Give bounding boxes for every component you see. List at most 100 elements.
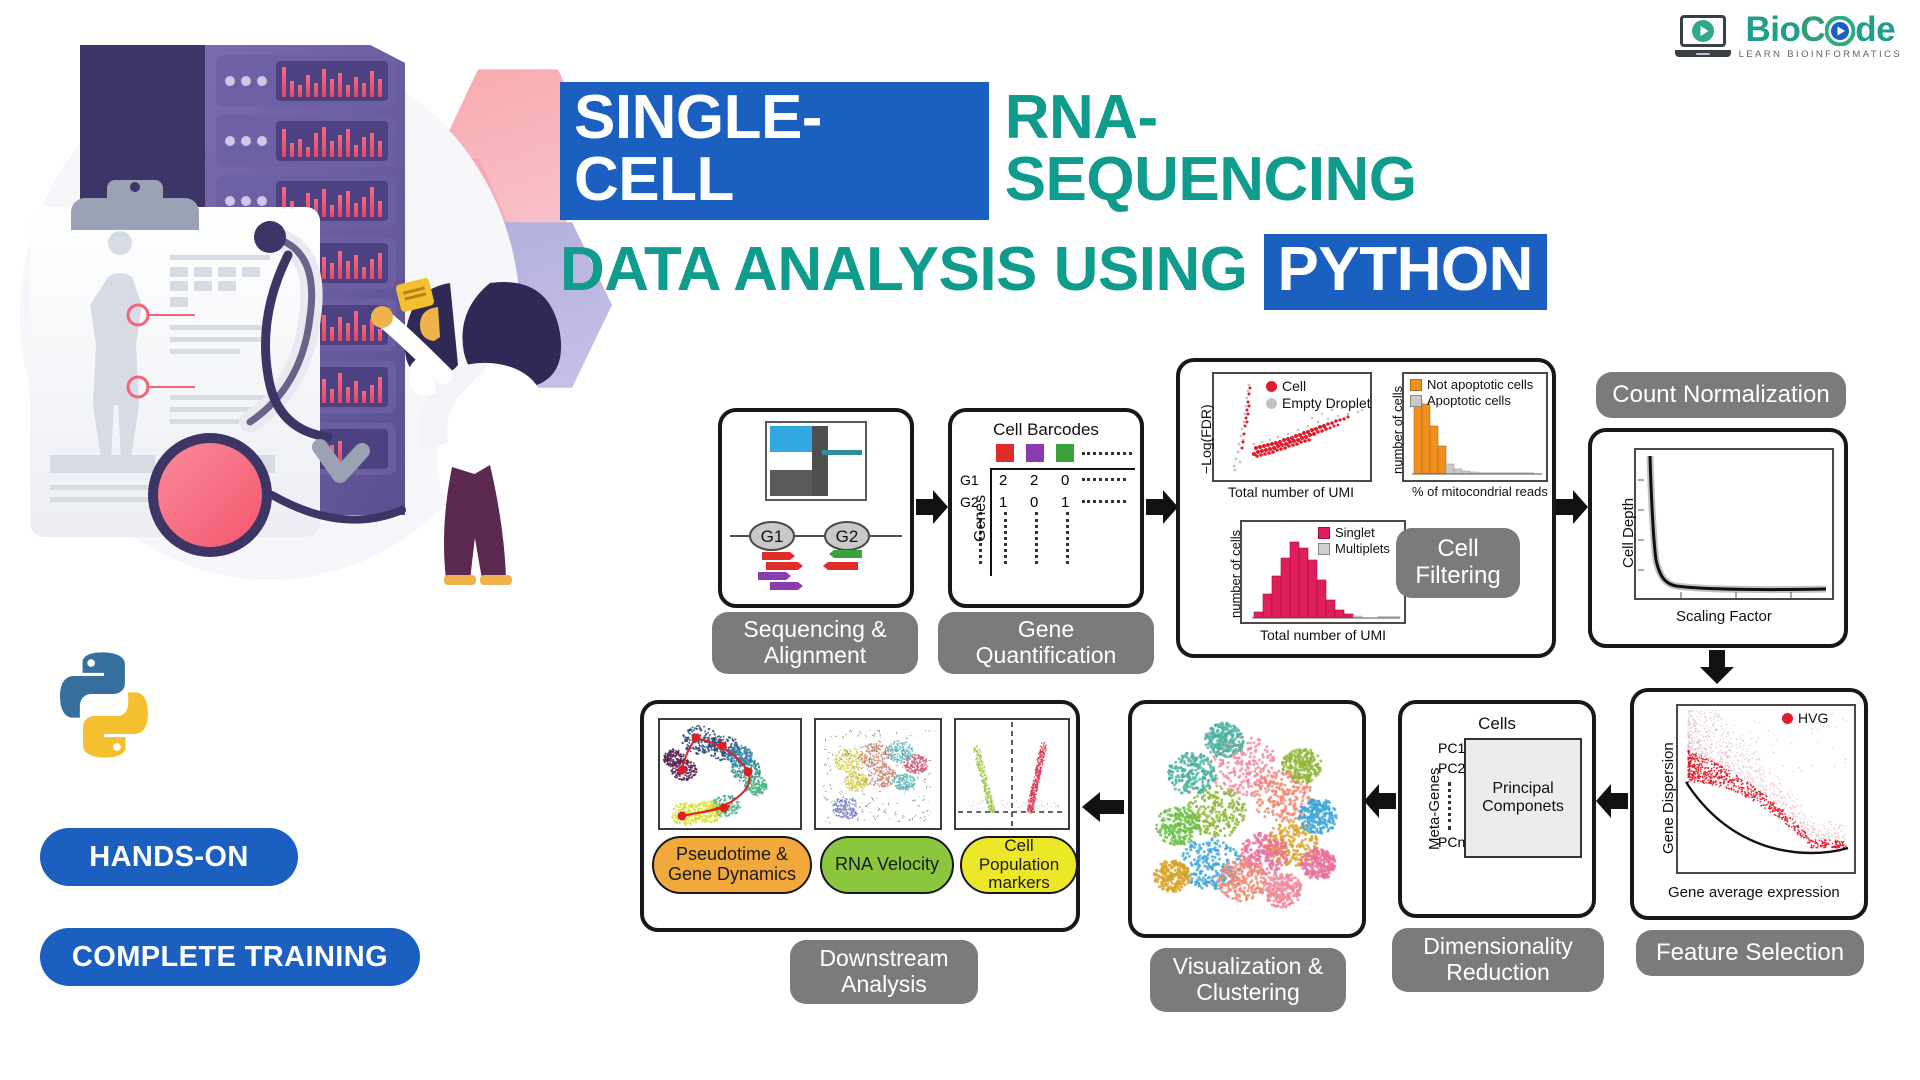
- title-text-rna-sequencing: RNA-SEQUENCING: [1004, 83, 1417, 214]
- legend-dot-empty-droplet: [1266, 397, 1277, 409]
- chart-mitochondrial-histogram: Not apoptotic cells Apoptotic cells: [1402, 372, 1548, 482]
- title-line-2: DATA ANALYSIS USING PYTHON: [560, 234, 1560, 310]
- principal-components-box: Principal Componets: [1464, 738, 1582, 858]
- matrix-row-label-g1: G1: [960, 472, 979, 488]
- play-icon: [1691, 20, 1714, 42]
- title-line-1: SINGLE-CELL RNA-SEQUENCING: [560, 82, 1560, 220]
- legend-label-not-apoptotic: Not apoptotic cells: [1427, 377, 1534, 392]
- chart-singlet-multiplet-histogram: Singlet Multiplets: [1240, 520, 1406, 624]
- caption-gene-quantification: Gene Quantification: [938, 612, 1154, 674]
- arrow-seq-to-quant: [916, 490, 948, 524]
- matrix-title: Cell Barcodes: [993, 420, 1099, 439]
- axis-label-scaling-factor: Scaling Factor: [1676, 608, 1772, 625]
- panel-feature-selection: HVG Gene Dispersion Gene average express…: [1630, 688, 1868, 920]
- matrix-cell-r1c2: 1: [1061, 494, 1070, 511]
- pill-pseudotime-gene-dynamics[interactable]: Pseudotime & Gene Dynamics: [652, 836, 812, 894]
- panel-visualization-clustering: [1128, 700, 1366, 938]
- title-text-data-analysis-using: DATA ANALYSIS USING: [560, 235, 1248, 304]
- pill-rna-velocity[interactable]: RNA Velocity: [820, 836, 954, 894]
- matrix-row-ellipsis-2: [1082, 500, 1126, 503]
- logo-word-bio: Bio: [1745, 10, 1801, 49]
- legend-swatch-singlet: [1318, 526, 1330, 539]
- legend-dot-hvg: [1782, 712, 1793, 724]
- panel-dimensionality-reduction: Cells Principal Componets PC1 PC2 PCn Me…: [1398, 700, 1596, 918]
- pill-cell-population-markers[interactable]: Cell Population markers: [960, 836, 1078, 894]
- svg-text:G2: G2: [836, 527, 859, 546]
- data-analysis-illustration: [20, 45, 562, 585]
- pill-pseudotime-label: Pseudotime & Gene Dynamics: [667, 844, 797, 884]
- legend-row-hvg: HVG: [1782, 710, 1828, 726]
- arrow-dimred-to-viz: [1364, 784, 1396, 818]
- legend-label-empty-droplet: Empty Droplet: [1282, 395, 1371, 411]
- dimred-top-label: Cells: [1478, 714, 1516, 733]
- chart-hvg-scatter: HVG: [1676, 704, 1856, 874]
- poster-canvas: BioC de LEARN BIOINFORMATICS SINGLE-CELL…: [0, 0, 1920, 1080]
- panel-gene-quantification: Cell Barcodes G1 G2 2 2 0 1 0 1 Genes: [948, 408, 1144, 608]
- matrix-cell-r0c0: 2: [999, 472, 1008, 489]
- python-logo: [60, 652, 148, 758]
- axis-label-number-of-cells-mito: number of cells: [1390, 385, 1405, 474]
- title-highlight-python: PYTHON: [1263, 234, 1547, 310]
- hvg-scatter-svg: [1684, 709, 1849, 855]
- tsne-clustering-plot: [1152, 721, 1338, 909]
- chart-pseudotime-trajectory: [658, 718, 802, 830]
- panel-count-normalization: Cell Depth Scaling Factor: [1588, 428, 1848, 648]
- chart-normalization-curve: [1634, 448, 1834, 600]
- matrix-col-ellipsis-1: [1004, 512, 1007, 564]
- dimred-side-label: Meta-Genes: [1426, 767, 1443, 850]
- legend-label-apoptotic: Apoptotic cells: [1427, 393, 1511, 408]
- logo-word-c: C: [1800, 10, 1826, 49]
- arrow-feature-to-dimred: [1596, 784, 1628, 818]
- legend-row-empty-droplet: Empty Droplet: [1266, 395, 1371, 411]
- legend-row-singlet: Singlet: [1318, 525, 1390, 540]
- caption-cell-filtering: Cell Filtering: [1396, 528, 1520, 598]
- axis-label-cell-depth: Cell Depth: [1620, 497, 1637, 568]
- pill-rna-velocity-label: RNA Velocity: [834, 854, 940, 875]
- barcode-swatch-1: [996, 444, 1014, 462]
- caption-downstream-analysis-label: Downstream Analysis: [819, 945, 949, 997]
- badge-hands-on[interactable]: HANDS-ON: [40, 828, 298, 886]
- caption-count-normalization-label: Count Normalization: [1612, 380, 1830, 408]
- legend-label-multiplets: Multiplets: [1335, 541, 1390, 556]
- principal-components-label: Principal Componets: [1482, 779, 1564, 815]
- logo-word-de: de: [1855, 10, 1896, 49]
- legend-swatch-not-apoptotic: [1410, 378, 1422, 391]
- matrix-vline: [990, 468, 992, 576]
- caption-visualization-clustering: Visualization & Clustering: [1150, 948, 1346, 1012]
- matrix-hline: [990, 468, 1135, 470]
- matrix-col-ellipsis-3: [1066, 512, 1069, 564]
- barcode-ellipsis: [1082, 452, 1132, 455]
- barcode-swatch-3: [1056, 444, 1074, 462]
- caption-dimensionality-reduction-label: Dimensionality Reduction: [1423, 933, 1573, 985]
- caption-count-normalization: Count Normalization: [1596, 372, 1846, 418]
- badge-hands-on-label: HANDS-ON: [89, 840, 249, 873]
- pseudotime-svg: [662, 724, 768, 826]
- axis-label-neg-log-fdr: −Log(FDR): [1198, 404, 1214, 474]
- chart-rna-velocity-field: [814, 718, 942, 830]
- matrix-cell-r1c1: 0: [1030, 494, 1039, 511]
- dimred-pc-ellipsis: [1448, 782, 1451, 830]
- axis-label-pct-mitocondrial: % of mitocondrial reads: [1412, 484, 1548, 499]
- arrow-norm-to-feature: [1700, 650, 1734, 684]
- title-highlight-single-cell: SINGLE-CELL: [560, 82, 989, 220]
- arrow-filter-to-norm: [1556, 490, 1588, 524]
- chart-fdr-umi-scatter: Cell Empty Droplet: [1212, 372, 1372, 482]
- matrix-cell-r0c2: 0: [1061, 472, 1070, 489]
- biocode-logo[interactable]: BioC de LEARN BIOINFORMATICS: [1674, 10, 1902, 60]
- legend-dot-cell: [1266, 380, 1277, 392]
- caption-cell-filtering-label: Cell Filtering: [1415, 535, 1501, 589]
- axis-label-gene-dispersion: Gene Dispersion: [1660, 742, 1677, 854]
- caption-sequencing-alignment: Sequencing & Alignment: [712, 612, 918, 674]
- legend-row-cell: Cell: [1266, 378, 1371, 394]
- panel-cell-filtering: Cell Empty Droplet −Log(FDR) Total numbe…: [1176, 358, 1556, 658]
- badge-complete-training[interactable]: COMPLETE TRAINING: [40, 928, 420, 986]
- badge-complete-training-label: COMPLETE TRAINING: [71, 940, 389, 973]
- legend-singlet-multiplet: Singlet Multiplets: [1318, 525, 1390, 556]
- axis-label-number-of-cells-singlet: number of cells: [1228, 529, 1243, 618]
- pill-cell-population-label: Cell Population markers: [978, 835, 1060, 893]
- dimred-pc1-label: PC1: [1438, 740, 1466, 756]
- rna-velocity-svg: [822, 729, 932, 824]
- sequencing-alignment-diagram: G1 G2: [730, 421, 902, 590]
- axis-label-total-umi-top: Total number of UMI: [1228, 484, 1355, 500]
- matrix-row-ellipsis-1: [1082, 478, 1126, 481]
